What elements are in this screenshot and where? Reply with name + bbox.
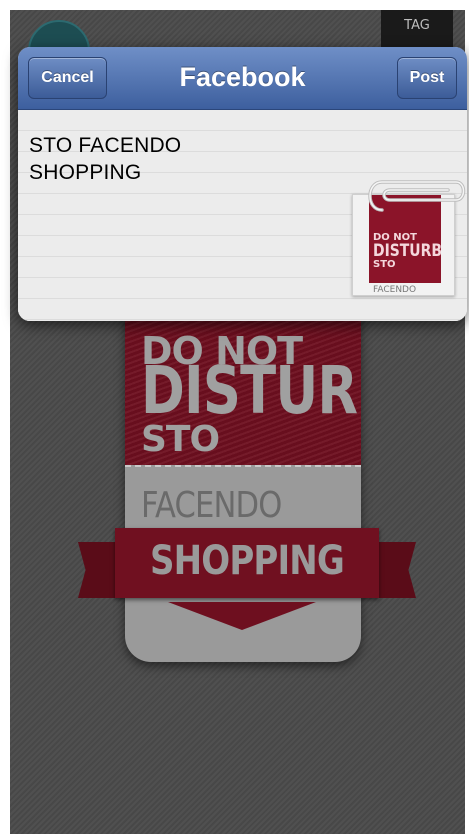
tag-dashed-divider xyxy=(125,465,361,467)
ribbon-left-end xyxy=(78,542,120,598)
thumbnail-line-disturb: DISTURB xyxy=(373,241,442,261)
thumbnail-line-sto: STO xyxy=(373,259,396,270)
share-sheet-header: Cancel Facebook Post xyxy=(18,47,467,110)
message-area[interactable]: STO FACENDO SHOPPING DO NOT DISTURB STO … xyxy=(18,110,467,321)
tag-line-facendo: FACENDO xyxy=(141,485,282,526)
tag-line-disturb: DISTURB xyxy=(141,352,361,429)
thumbnail-line-facendo: FACENDO xyxy=(373,285,417,295)
thumbnail-text: DO NOT DISTURB STO xyxy=(373,233,454,270)
ribbon-label: SHOPPING xyxy=(150,538,345,584)
message-text[interactable]: STO FACENDO SHOPPING xyxy=(29,132,339,186)
tag-line-sto: STO xyxy=(141,419,220,460)
facebook-share-sheet: Cancel Facebook Post STO FACENDO SHOPPIN… xyxy=(18,47,467,321)
post-button[interactable]: Post xyxy=(397,57,457,99)
tag-arrow-icon xyxy=(168,602,316,630)
attachment-thumbnail: DO NOT DISTURB STO FACENDO xyxy=(352,194,455,296)
tag-badge-label: TAG xyxy=(404,18,430,33)
ribbon-right-end xyxy=(374,542,416,598)
shopping-ribbon: SHOPPING xyxy=(115,528,379,598)
